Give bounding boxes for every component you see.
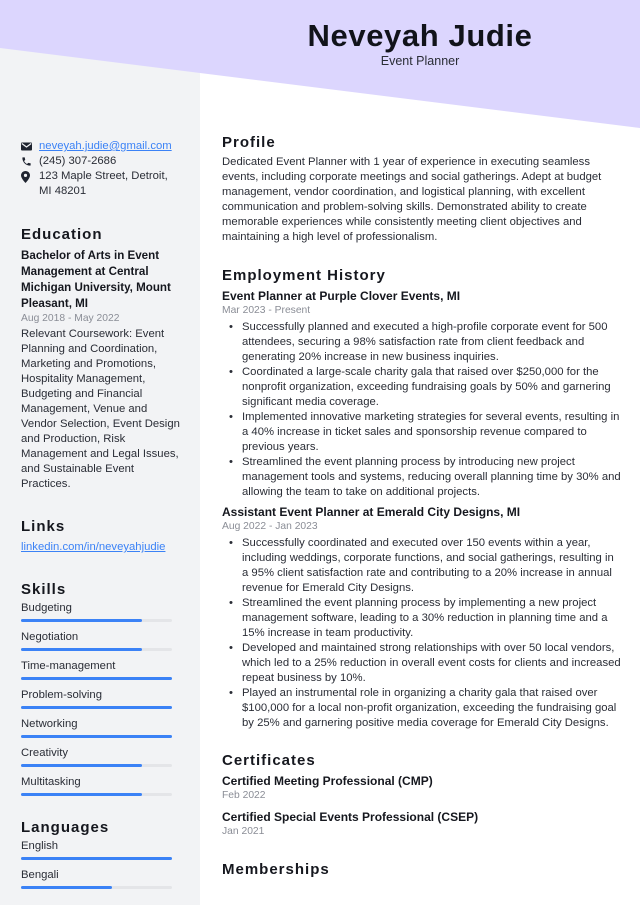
education-section: Education Bachelor of Arts in Event Mana… [21,227,181,492]
linkedin-link[interactable]: linkedin.com/in/neveyahjudie [21,540,181,555]
links-section: Links linkedin.com/in/neveyahjudie [21,519,181,555]
language-item: Bengali [21,868,181,889]
languages-heading: Languages [21,819,110,836]
employment-section: Employment History Event Planner at Purp… [222,268,622,731]
skill-item: Creativity [21,746,181,767]
job-bullet: Implemented innovative marketing strateg… [222,410,622,455]
sidebar: neveyah.judie@gmail.com (245) 307-2686 1… [21,139,181,897]
skill-bar [21,706,172,709]
skill-bar [21,619,172,622]
skill-item: Negotiation [21,630,181,651]
education-dates: Aug 2018 - May 2022 [21,313,120,324]
certificate-date: Feb 2022 [222,790,266,801]
contact-address: 123 Maple Street, Detroit, MI 48201 [21,169,181,199]
skills-heading: Skills [21,581,67,598]
skill-label: Multitasking [21,776,81,788]
languages-section: Languages English Bengali [21,820,181,889]
links-heading: Links [21,518,66,535]
skill-bar-fill [21,706,172,709]
language-bar-fill [21,886,112,889]
education-description: Relevant Coursework: Event Planning and … [21,328,180,490]
skill-label: Budgeting [21,602,72,614]
job-entry: Event Planner at Purple Clover Events, M… [222,288,622,500]
job-bullet: Played an instrumental role in organizin… [222,686,622,731]
skill-bar-fill [21,764,142,767]
skill-bar [21,764,172,767]
skill-item: Problem-solving [21,688,181,709]
map-pin-icon [21,169,39,184]
skill-item: Networking [21,717,181,738]
language-bar-fill [21,857,172,860]
job-dates: Mar 2023 - Present [222,305,311,316]
certificate-date: Jan 2021 [222,826,265,837]
main-content: Profile Dedicated Event Planner with 1 y… [222,135,622,900]
skill-label: Time-management [21,660,116,672]
skill-bar-fill [21,648,142,651]
certificates-section: Certificates Certified Meeting Professio… [222,753,622,839]
skill-item: Multitasking [21,775,181,796]
language-item: English [21,839,181,860]
contact-email: neveyah.judie@gmail.com [21,139,181,154]
language-label: Bengali [21,869,59,881]
language-bar [21,857,172,860]
job-bullet: Streamlined the event planning process b… [222,455,622,500]
job-entry: Assistant Event Planner at Emerald City … [222,504,622,731]
language-bar [21,886,172,889]
skill-bar [21,677,172,680]
job-bullet: Successfully planned and executed a high… [222,320,622,365]
skill-bar-fill [21,793,142,796]
address: 123 Maple Street, Detroit, MI 48201 [39,170,168,197]
candidate-title: Event Planner [380,54,460,68]
language-label: English [21,840,59,852]
skill-bar [21,735,172,738]
phone-icon [21,154,39,169]
job-title: Assistant Event Planner at Emerald City … [222,505,521,519]
memberships-heading: Memberships [222,861,330,878]
skill-label: Negotiation [21,631,79,643]
skill-label: Creativity [21,747,69,759]
certificate-item: Certified Meeting Professional (CMP) Feb… [222,773,622,803]
skill-label: Problem-solving [21,689,102,701]
contact-phone: (245) 307-2686 [21,154,181,169]
profile-heading: Profile [222,134,276,151]
certificate-item: Certified Special Events Professional (C… [222,809,622,839]
envelope-icon [21,139,39,154]
contact-info: neveyah.judie@gmail.com (245) 307-2686 1… [21,139,181,199]
job-bullet: Coordinated a large-scale charity gala t… [222,365,622,410]
employment-heading: Employment History [222,267,386,284]
skills-section: Skills Budgeting Negotiation Time-manage… [21,582,181,796]
education-degree: Bachelor of Arts in Event Management at … [21,249,171,310]
candidate-name: Neveyah Judie [307,18,533,53]
job-dates: Aug 2022 - Jan 2023 [222,521,318,532]
job-title: Event Planner at Purple Clover Events, M… [222,289,461,303]
skill-bar [21,793,172,796]
job-bullet: Successfully coordinated and executed ov… [222,536,622,596]
skill-label: Networking [21,718,78,730]
phone-number: (245) 307-2686 [39,155,117,167]
education-heading: Education [21,226,103,243]
profile-text: Dedicated Event Planner with 1 year of e… [222,156,602,243]
email-link[interactable]: neveyah.judie@gmail.com [39,139,181,154]
job-bullets: Successfully coordinated and executed ov… [222,536,622,731]
skill-item: Time-management [21,659,181,680]
memberships-section: Memberships [222,862,622,877]
certificate-title: Certified Meeting Professional (CMP) [222,774,433,788]
skill-bar-fill [21,619,142,622]
job-bullets: Successfully planned and executed a high… [222,320,622,500]
skill-bar-fill [21,735,172,738]
job-bullet: Streamlined the event planning process b… [222,596,622,641]
skill-item: Budgeting [21,601,181,622]
profile-section: Profile Dedicated Event Planner with 1 y… [222,135,622,245]
skill-bar [21,648,172,651]
certificates-heading: Certificates [222,752,316,769]
job-bullet: Developed and maintained strong relation… [222,641,622,686]
certificate-title: Certified Special Events Professional (C… [222,810,479,824]
skill-bar-fill [21,677,172,680]
skills-list: Budgeting Negotiation Time-management Pr… [21,601,181,796]
